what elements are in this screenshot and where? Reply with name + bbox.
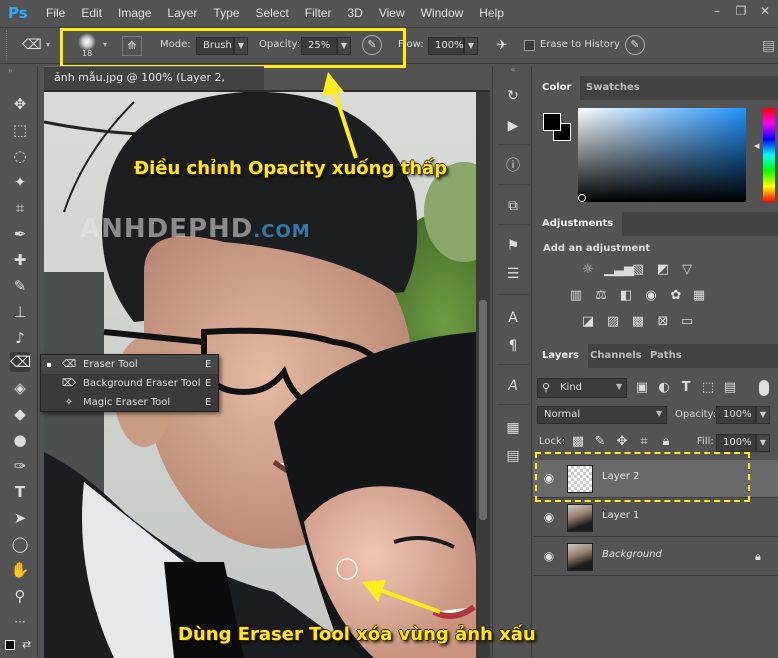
annotation-arrows (322, 72, 441, 614)
arrow-to-cursor (362, 580, 441, 614)
eraser-callout: Dùng Eraser Tool xóa vùng ảnh xấu (178, 624, 536, 645)
arrow-to-opacity (322, 72, 358, 159)
foreground-color-swatch[interactable] (543, 113, 561, 131)
opacity-callout: Điều chỉnh Opacity xuống thấp (134, 158, 448, 179)
